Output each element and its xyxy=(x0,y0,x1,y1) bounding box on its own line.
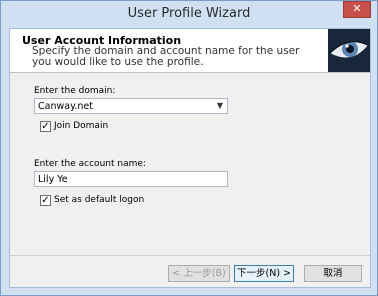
domain-label: Enter the domain: xyxy=(34,86,116,96)
wizard-window: User Profile Wizard ✕ User Account Infor… xyxy=(0,0,378,296)
domain-value: Canway.net xyxy=(38,101,93,112)
footer-divider xyxy=(10,255,370,256)
cancel-button[interactable]: 取消 xyxy=(304,265,362,282)
default-logon-label: Set as default logon xyxy=(54,195,145,205)
window-title: User Profile Wizard xyxy=(127,6,251,21)
next-button[interactable]: 下一步(N) > xyxy=(234,265,294,282)
join-domain-label: Join Domain xyxy=(54,121,109,131)
wizard-body: User Account Information Specify the dom… xyxy=(9,28,371,288)
title-bar: User Profile Wizard ✕ xyxy=(1,1,377,28)
close-icon: ✕ xyxy=(352,2,362,15)
check-icon: ✓ xyxy=(41,195,50,206)
join-domain-checkbox[interactable]: ✓ xyxy=(40,121,51,132)
default-logon-checkbox[interactable]: ✓ xyxy=(40,195,51,206)
back-button[interactable]: < 上一步(B) xyxy=(168,265,230,282)
close-button[interactable]: ✕ xyxy=(343,1,371,18)
check-icon: ✓ xyxy=(41,121,50,132)
chevron-down-icon: ▼ xyxy=(216,101,223,110)
account-label: Enter the account name: xyxy=(34,159,146,169)
domain-select[interactable]: Canway.net ▼ xyxy=(34,98,228,114)
wizard-header: User Account Information Specify the dom… xyxy=(10,29,370,72)
account-name-input[interactable] xyxy=(34,171,228,187)
eye-icon xyxy=(328,29,370,72)
header-divider xyxy=(10,72,370,73)
header-subtitle: Specify the domain and account name for … xyxy=(32,45,300,68)
